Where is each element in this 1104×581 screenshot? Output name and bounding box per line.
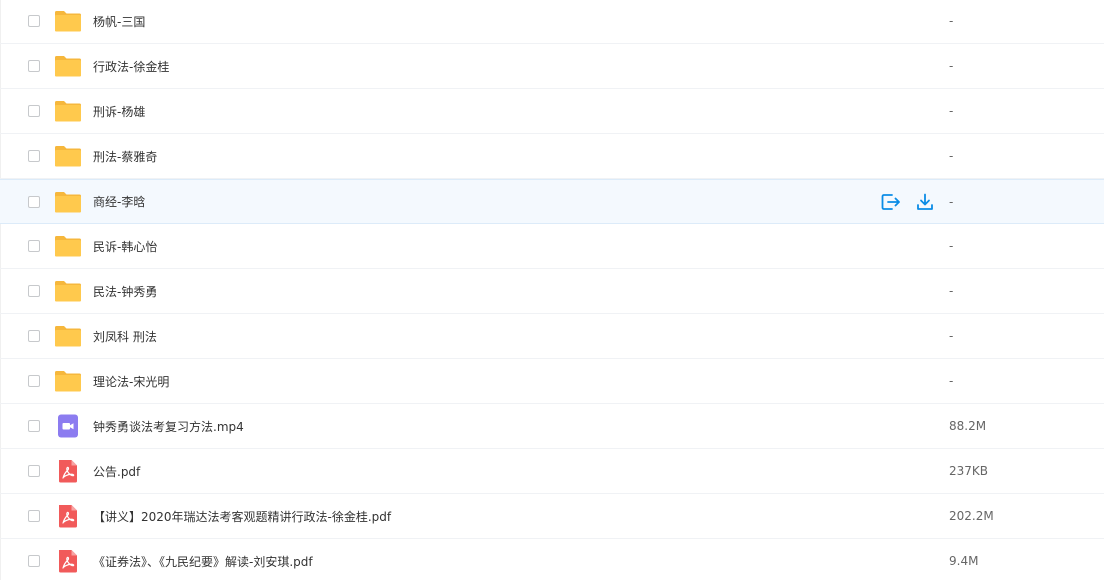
- file-row[interactable]: 《证券法》、《九民纪要》解读-刘安琪.pdf 9.4M: [0, 539, 1104, 581]
- file-size: -: [949, 239, 954, 253]
- folder-icon: [54, 369, 82, 393]
- file-row-content: 商经-李晗 -: [12, 180, 1104, 223]
- file-row[interactable]: 理论法-宋光明 -: [0, 359, 1104, 404]
- download-button[interactable]: [914, 191, 936, 213]
- file-name[interactable]: 行政法-徐金桂: [93, 58, 169, 75]
- file-size: -: [949, 329, 954, 343]
- file-size: -: [949, 59, 954, 73]
- file-size: -: [949, 149, 954, 163]
- file-name[interactable]: 公告.pdf: [93, 463, 140, 480]
- file-row-content: 【讲义】2020年瑞达法考客观题精讲行政法-徐金桂.pdf 202.2M: [12, 494, 1104, 538]
- file-row-content: 钟秀勇谈法考复习方法.mp4 88.2M: [12, 404, 1104, 448]
- file-row-content: 刑诉-杨雄 -: [12, 89, 1104, 133]
- file-name[interactable]: 《证券法》、《九民纪要》解读-刘安琪.pdf: [93, 553, 313, 570]
- file-row[interactable]: 刑法-蔡雅奇 -: [0, 134, 1104, 179]
- row-checkbox[interactable]: [28, 60, 40, 72]
- file-size: -: [949, 104, 954, 118]
- folder-icon: [54, 279, 82, 303]
- file-name[interactable]: 刑诉-杨雄: [93, 103, 145, 120]
- row-checkbox[interactable]: [28, 555, 40, 567]
- file-rows: 杨帆-三国 - 行政法-徐金桂 - 刑诉-杨雄 - 刑法-蔡雅奇 - 商经-李晗 - 民诉-韩心怡 -…: [0, 0, 1104, 581]
- share-button[interactable]: [880, 191, 902, 213]
- file-name[interactable]: 民法-钟秀勇: [93, 283, 157, 300]
- file-size: -: [949, 284, 954, 298]
- row-checkbox[interactable]: [28, 285, 40, 297]
- file-name[interactable]: 商经-李晗: [93, 193, 145, 210]
- pdf-file-icon: [54, 549, 82, 573]
- file-list: 杨帆-三国 - 行政法-徐金桂 - 刑诉-杨雄 - 刑法-蔡雅奇 - 商经-李晗 - 民诉-韩心怡 -…: [0, 0, 1104, 580]
- folder-icon: [54, 99, 82, 123]
- file-row-content: 民诉-韩心怡 -: [12, 224, 1104, 268]
- file-row-content: 刘凤科 刑法 -: [12, 314, 1104, 358]
- file-row-content: 行政法-徐金桂 -: [12, 44, 1104, 88]
- row-checkbox[interactable]: [28, 510, 40, 522]
- file-row[interactable]: 刑诉-杨雄 -: [0, 89, 1104, 134]
- pdf-file-icon: [54, 459, 82, 483]
- file-row-content: 公告.pdf 237KB: [12, 449, 1104, 493]
- video-file-icon: [54, 414, 82, 438]
- file-row[interactable]: 公告.pdf 237KB: [0, 449, 1104, 494]
- share-icon: [881, 193, 901, 211]
- row-checkbox[interactable]: [28, 150, 40, 162]
- file-name[interactable]: 【讲义】2020年瑞达法考客观题精讲行政法-徐金桂.pdf: [93, 508, 391, 525]
- file-name[interactable]: 刘凤科 刑法: [93, 328, 157, 345]
- folder-icon: [54, 9, 82, 33]
- folder-icon: [54, 234, 82, 258]
- row-checkbox[interactable]: [28, 465, 40, 477]
- folder-icon: [54, 54, 82, 78]
- file-size: -: [949, 14, 954, 28]
- folder-icon: [54, 190, 82, 214]
- file-row[interactable]: 【讲义】2020年瑞达法考客观题精讲行政法-徐金桂.pdf 202.2M: [0, 494, 1104, 539]
- file-row-content: 民法-钟秀勇 -: [12, 269, 1104, 313]
- file-size: 202.2M: [949, 509, 994, 523]
- file-row-content: 刑法-蔡雅奇 -: [12, 134, 1104, 178]
- file-name[interactable]: 刑法-蔡雅奇: [93, 148, 157, 165]
- file-row-content: 理论法-宋光明 -: [12, 359, 1104, 403]
- file-size: -: [949, 194, 954, 209]
- file-name[interactable]: 民诉-韩心怡: [93, 238, 157, 255]
- row-checkbox[interactable]: [28, 105, 40, 117]
- row-actions: [880, 191, 936, 213]
- row-checkbox[interactable]: [28, 330, 40, 342]
- file-name[interactable]: 理论法-宋光明: [93, 373, 169, 390]
- file-row[interactable]: 民诉-韩心怡 -: [0, 224, 1104, 269]
- file-row[interactable]: 行政法-徐金桂 -: [0, 44, 1104, 89]
- file-size: 237KB: [949, 464, 989, 478]
- file-row[interactable]: 商经-李晗 -: [0, 179, 1104, 224]
- folder-icon: [54, 144, 82, 168]
- download-icon: [916, 193, 934, 211]
- row-checkbox[interactable]: [28, 420, 40, 432]
- file-row[interactable]: 民法-钟秀勇 -: [0, 269, 1104, 314]
- row-checkbox[interactable]: [28, 240, 40, 252]
- file-row[interactable]: 刘凤科 刑法 -: [0, 314, 1104, 359]
- file-row-content: 《证券法》、《九民纪要》解读-刘安琪.pdf 9.4M: [12, 539, 1104, 581]
- file-size: 88.2M: [949, 419, 987, 433]
- file-row[interactable]: 杨帆-三国 -: [0, 0, 1104, 44]
- row-checkbox[interactable]: [28, 375, 40, 387]
- row-checkbox[interactable]: [28, 15, 40, 27]
- file-name[interactable]: 钟秀勇谈法考复习方法.mp4: [93, 418, 244, 435]
- folder-icon: [54, 324, 82, 348]
- file-size: -: [949, 374, 954, 388]
- file-row-content: 杨帆-三国 -: [12, 0, 1104, 43]
- file-row[interactable]: 钟秀勇谈法考复习方法.mp4 88.2M: [0, 404, 1104, 449]
- file-size: 9.4M: [949, 554, 979, 568]
- row-checkbox[interactable]: [28, 195, 40, 208]
- file-name[interactable]: 杨帆-三国: [93, 13, 145, 30]
- pdf-file-icon: [54, 504, 82, 528]
